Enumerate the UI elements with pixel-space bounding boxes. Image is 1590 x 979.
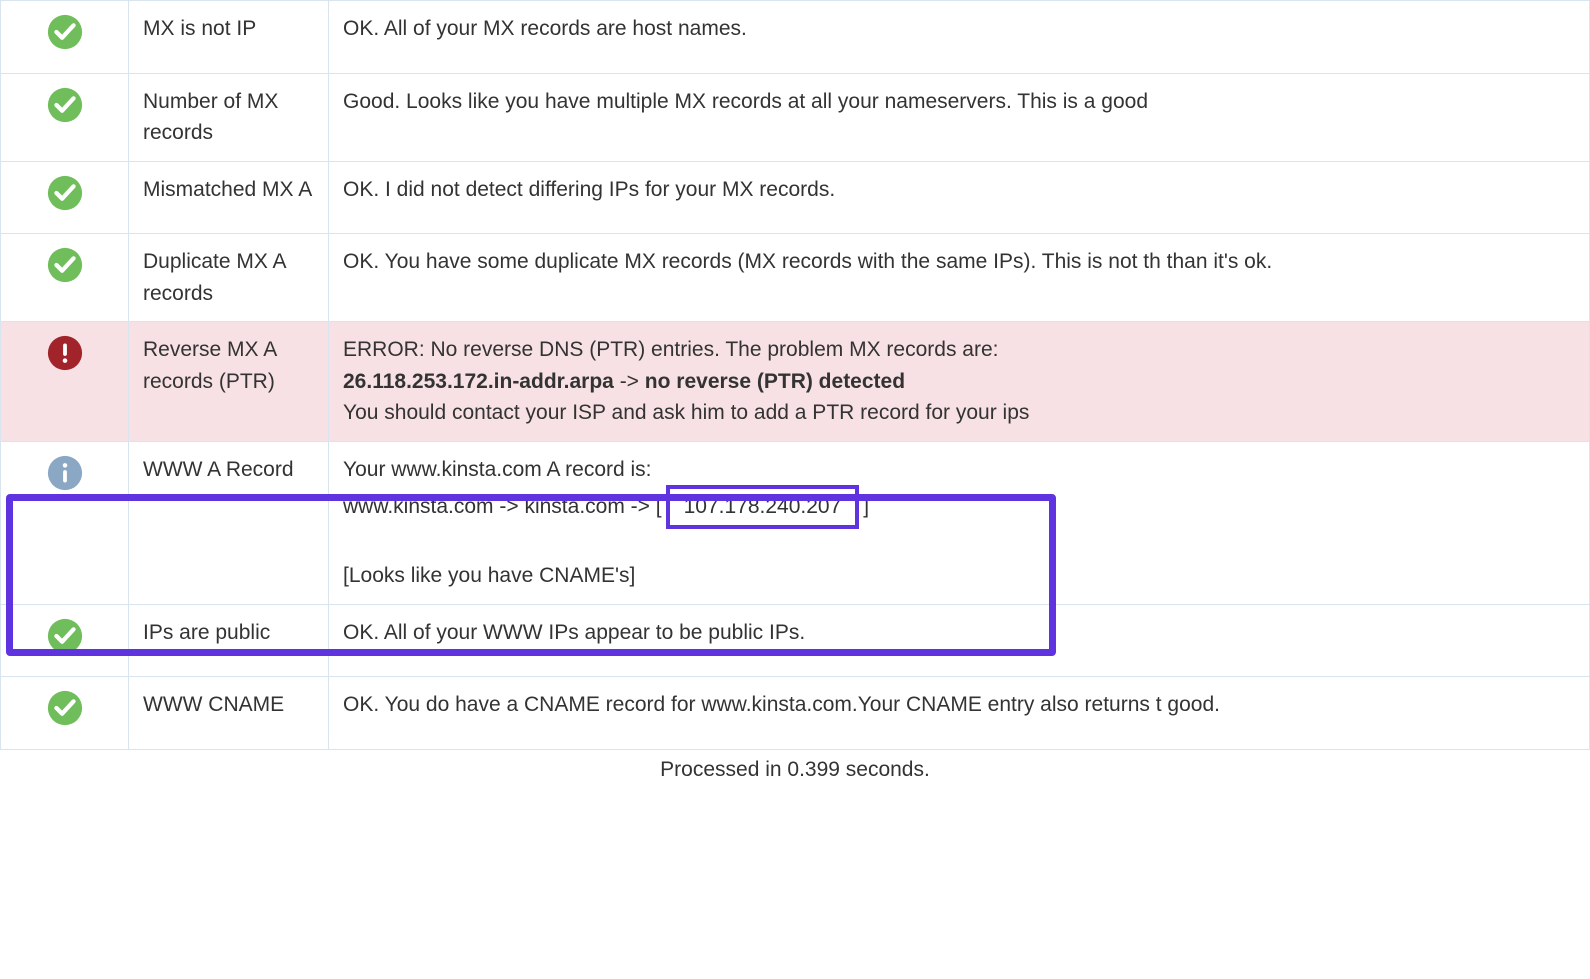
check-icon xyxy=(46,689,84,727)
desc-text: www.kinsta.com -> kinsta.com -> [ xyxy=(343,495,662,518)
desc-text: You should contact your ISP and ask him … xyxy=(343,401,1029,424)
ip-address-box: 107.178.240.207 xyxy=(666,485,860,529)
table-row: Number of MX records Good. Looks like yo… xyxy=(1,73,1590,161)
check-name: Mismatched MX A xyxy=(129,161,329,234)
table-row: IPs are public OK. All of your WWW IPs a… xyxy=(1,604,1590,677)
check-desc: ERROR: No reverse DNS (PTR) entries. The… xyxy=(329,322,1590,442)
check-icon xyxy=(46,13,84,51)
table-row: WWW CNAME OK. You do have a CNAME record… xyxy=(1,677,1590,750)
error-icon xyxy=(46,334,84,372)
processing-time: Processed in 0.399 seconds. xyxy=(0,750,1590,782)
check-icon xyxy=(46,174,84,212)
desc-text: ERROR: No reverse DNS (PTR) entries. The… xyxy=(343,338,998,361)
check-desc: OK. All of your MX records are host name… xyxy=(329,1,1590,74)
check-name: WWW CNAME xyxy=(129,677,329,750)
check-name: Reverse MX A records (PTR) xyxy=(129,322,329,442)
check-name: MX is not IP xyxy=(129,1,329,74)
check-icon xyxy=(46,86,84,124)
check-icon xyxy=(46,617,84,655)
check-desc: OK. I did not detect differing IPs for y… xyxy=(329,161,1590,234)
check-icon xyxy=(46,246,84,284)
table-row-info: WWW A Record Your www.kinsta.com A recor… xyxy=(1,441,1590,604)
desc-text: Your www.kinsta.com A record is: xyxy=(343,458,652,481)
check-name: IPs are public xyxy=(129,604,329,677)
check-desc: Good. Looks like you have multiple MX re… xyxy=(329,73,1590,161)
dns-report-table: MX is not IP OK. All of your MX records … xyxy=(0,0,1590,750)
check-desc: OK. You do have a CNAME record for www.k… xyxy=(329,677,1590,750)
desc-text: [Looks like you have CNAME's] xyxy=(343,564,635,587)
desc-text: -> xyxy=(614,370,645,393)
ptr-status: no reverse (PTR) detected xyxy=(645,370,905,393)
check-desc: OK. All of your WWW IPs appear to be pub… xyxy=(329,604,1590,677)
check-desc: Your www.kinsta.com A record is: www.kin… xyxy=(329,441,1590,604)
check-name: Number of MX records xyxy=(129,73,329,161)
desc-text: ] xyxy=(863,495,869,518)
info-icon xyxy=(46,454,84,492)
table-row: MX is not IP OK. All of your MX records … xyxy=(1,1,1590,74)
ptr-arpa: 26.118.253.172.in-addr.arpa xyxy=(343,370,614,393)
table-row: Duplicate MX A records OK. You have some… xyxy=(1,234,1590,322)
check-name: Duplicate MX A records xyxy=(129,234,329,322)
table-row: Mismatched MX A OK. I did not detect dif… xyxy=(1,161,1590,234)
check-name: WWW A Record xyxy=(129,441,329,604)
table-row-error: Reverse MX A records (PTR) ERROR: No rev… xyxy=(1,322,1590,442)
check-desc: OK. You have some duplicate MX records (… xyxy=(329,234,1590,322)
